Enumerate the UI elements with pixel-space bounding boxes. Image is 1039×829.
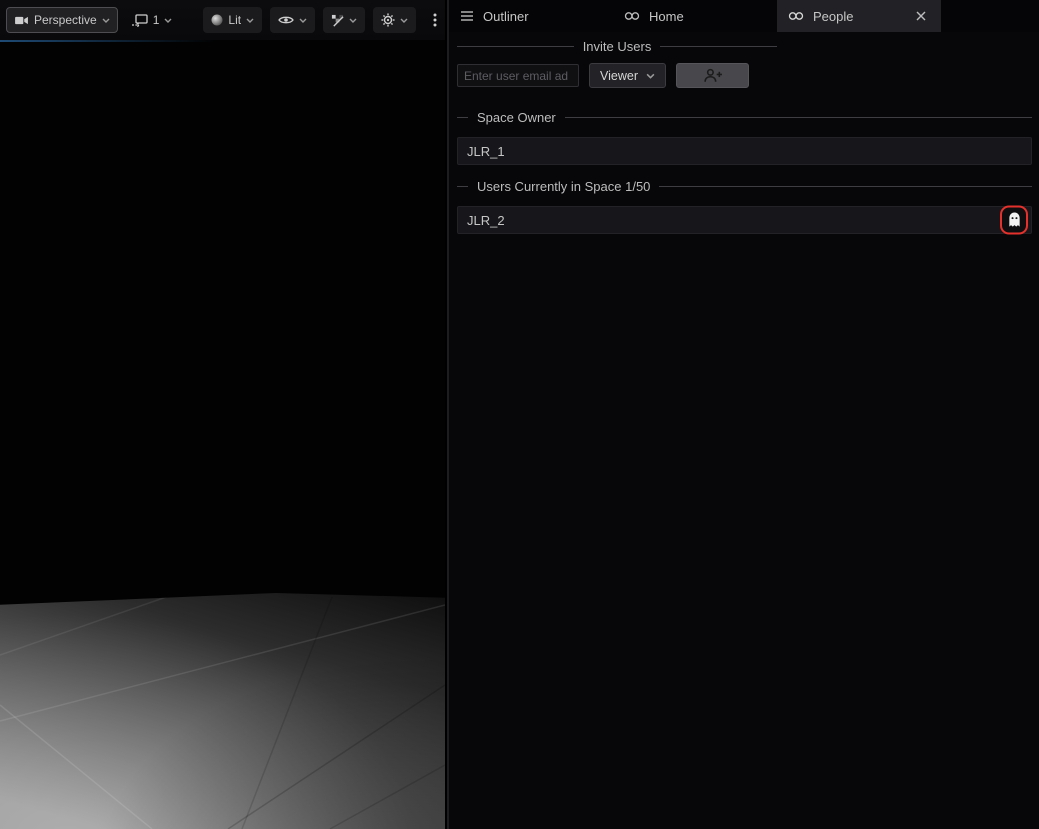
- close-tab-button[interactable]: [912, 7, 930, 25]
- more-options-button[interactable]: [428, 7, 442, 33]
- 3d-viewport[interactable]: Perspective 1 Lit: [0, 0, 445, 829]
- side-panel: Outliner Home People Invite U: [447, 0, 1039, 829]
- viewport-count-label: 1: [153, 13, 160, 27]
- invite-users-section: Invite Users Viewer: [457, 39, 777, 88]
- tab-label: Outliner: [483, 9, 529, 24]
- tab-label: People: [813, 9, 853, 24]
- users-in-space-title: Users Currently in Space 1/50: [477, 179, 650, 194]
- tab-outliner[interactable]: Outliner: [449, 0, 613, 32]
- viewport-floor: [0, 593, 445, 829]
- ghost-mode-button[interactable]: [1000, 206, 1028, 235]
- chevron-down-icon: [646, 73, 655, 79]
- gear-icon: [381, 13, 395, 27]
- ghost-icon: [1007, 212, 1022, 229]
- perspective-label: Perspective: [34, 13, 97, 27]
- role-selected-label: Viewer: [600, 69, 638, 83]
- person-add-icon: [702, 68, 723, 83]
- link-icon: [624, 11, 640, 21]
- chevron-down-icon: [164, 18, 172, 23]
- user-name: JLR_2: [467, 213, 505, 228]
- panel-tabbar: Outliner Home People: [449, 0, 1039, 32]
- close-icon: [916, 11, 926, 21]
- owner-name: JLR_1: [467, 144, 505, 159]
- viewport-layout-dropdown[interactable]: 1: [126, 7, 178, 33]
- camera-icon: [14, 15, 29, 26]
- toolbar-accent-line: [0, 40, 215, 42]
- viewport-layout-icon: [131, 14, 148, 27]
- add-user-button[interactable]: [676, 63, 749, 88]
- link-icon: [788, 11, 804, 21]
- lit-sphere-icon: [211, 14, 223, 26]
- tab-label: Home: [649, 9, 684, 24]
- chevron-down-icon: [299, 18, 307, 23]
- viewport-toolbar: Perspective 1 Lit: [0, 0, 445, 40]
- chevron-down-icon: [246, 18, 254, 23]
- chevron-down-icon: [102, 18, 110, 23]
- people-panel-content: Invite Users Viewer: [449, 32, 1039, 234]
- floor-tile-seams: [0, 593, 445, 829]
- users-in-space-header: Users Currently in Space 1/50: [457, 179, 1032, 194]
- ellipsis-vertical-icon: [433, 13, 437, 27]
- tab-people[interactable]: People: [777, 0, 941, 32]
- space-owner-title: Space Owner: [477, 110, 556, 125]
- lit-label: Lit: [228, 13, 241, 27]
- settings-dropdown[interactable]: [373, 7, 416, 33]
- chevron-down-icon: [349, 18, 357, 23]
- chevron-down-icon: [400, 18, 408, 23]
- lit-mode-dropdown[interactable]: Lit: [203, 7, 262, 33]
- invite-users-title: Invite Users: [583, 39, 652, 54]
- invite-email-input[interactable]: [457, 64, 579, 87]
- role-select-dropdown[interactable]: Viewer: [589, 63, 666, 88]
- list-icon: [460, 10, 474, 22]
- invite-users-header: Invite Users: [457, 39, 777, 54]
- user-row[interactable]: JLR_2: [457, 206, 1032, 234]
- view-options-dropdown[interactable]: [323, 7, 365, 33]
- space-owner-header: Space Owner: [457, 110, 1032, 125]
- show-visibility-dropdown[interactable]: [270, 7, 315, 33]
- eye-icon: [278, 15, 294, 25]
- tab-home[interactable]: Home: [613, 0, 777, 32]
- view-flags-icon: [331, 14, 344, 27]
- perspective-dropdown[interactable]: Perspective: [6, 7, 118, 33]
- owner-row[interactable]: JLR_1: [457, 137, 1032, 165]
- invite-input-row: Viewer: [457, 63, 777, 88]
